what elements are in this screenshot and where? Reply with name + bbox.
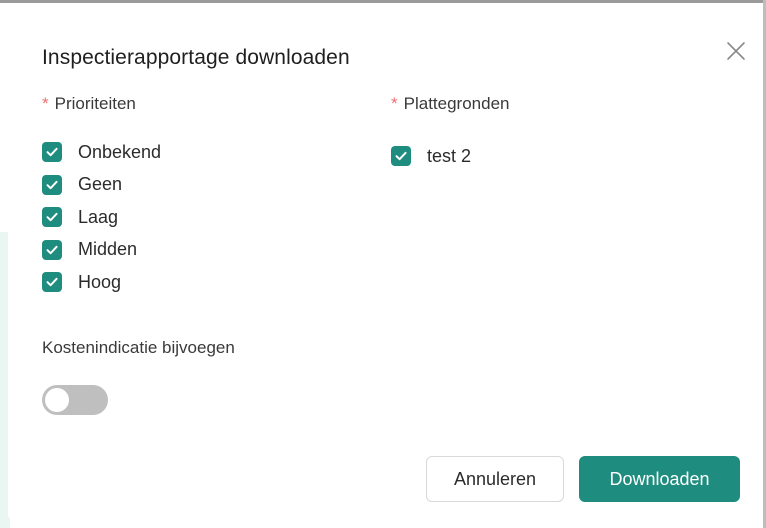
checkbox-checked-icon[interactable] [42, 142, 62, 163]
priorities-checkbox-list: Onbekend Geen Laag Midden Hoog [42, 136, 161, 299]
priorities-label-text: Prioriteiten [54, 94, 136, 113]
cost-indication-label: Kostenindicatie bijvoegen [42, 338, 235, 357]
checkbox-checked-icon[interactable] [42, 174, 62, 195]
close-icon [727, 42, 745, 60]
cancel-button[interactable]: Annuleren [426, 456, 564, 502]
floorplans-label: * Plattegronden [391, 94, 510, 114]
checkbox-label: Laag [78, 206, 119, 227]
priorities-label: * Prioriteiten [42, 94, 161, 114]
checkbox-label: Onbekend [78, 141, 162, 162]
checkbox-hoog[interactable]: Hoog [42, 266, 161, 299]
floorplans-checkbox-list: test 2 [391, 140, 510, 173]
floorplans-label-text: Plattegronden [403, 94, 510, 113]
required-marker: * [391, 94, 398, 113]
priorities-section: * Prioriteiten Onbekend Geen Laag Midden… [42, 94, 161, 299]
checkbox-onbekend[interactable]: Onbekend [42, 136, 161, 169]
backdrop-top-edge [0, 0, 766, 3]
cost-indication-toggle[interactable] [42, 385, 108, 415]
checkbox-checked-icon[interactable] [391, 146, 411, 167]
download-button[interactable]: Downloaden [579, 456, 740, 502]
checkbox-label: Hoog [78, 271, 122, 292]
checkbox-geen[interactable]: Geen [42, 169, 161, 202]
checkbox-label: Midden [78, 239, 138, 260]
checkbox-test-2[interactable]: test 2 [391, 140, 510, 173]
required-marker: * [42, 94, 49, 113]
checkbox-label: Geen [78, 174, 123, 195]
toggle-knob [45, 388, 69, 412]
floorplans-section: * Plattegronden test 2 [391, 94, 510, 173]
close-button[interactable] [725, 40, 747, 62]
download-report-dialog: Inspectierapportage downloaden * Priorit… [8, 6, 760, 522]
checkbox-laag[interactable]: Laag [42, 201, 161, 234]
dialog-title: Inspectierapportage downloaden [42, 46, 350, 69]
checkbox-checked-icon[interactable] [42, 207, 62, 228]
checkbox-checked-icon[interactable] [42, 239, 62, 260]
checkbox-label: test 2 [427, 145, 472, 166]
checkbox-checked-icon[interactable] [42, 272, 62, 293]
checkbox-midden[interactable]: Midden [42, 234, 161, 267]
